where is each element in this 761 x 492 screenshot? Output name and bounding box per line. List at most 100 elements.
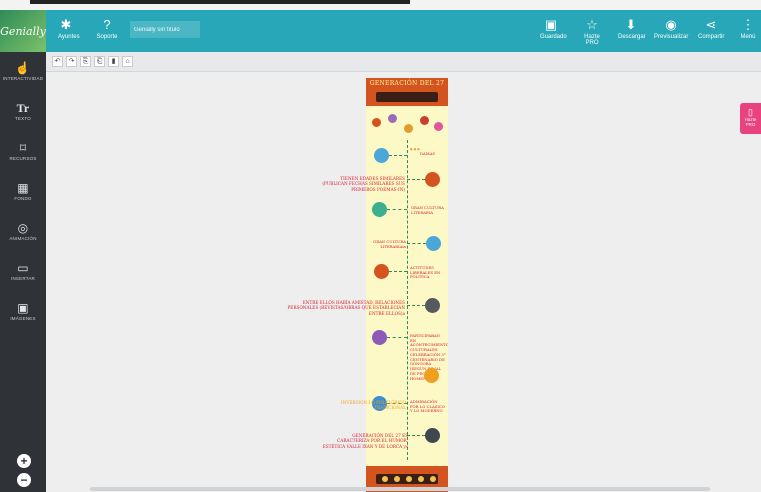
save-icon: ▣ — [544, 17, 558, 32]
download-icon: ⬇ — [625, 17, 637, 32]
undo-icon: ↶ — [54, 58, 61, 65]
timeline-icon — [374, 148, 389, 163]
connector — [407, 243, 426, 244]
connector — [407, 179, 425, 180]
entry-text: ACTITUDES LIBERALES EN POLITICA — [410, 265, 441, 280]
timeline-icon — [424, 368, 439, 383]
app-header: Genially ✱ Ayuntes ? Soporte ▣ Guardado … — [0, 10, 761, 52]
lock-icon: ⌂ — [125, 58, 130, 65]
animation-icon: ◎ — [17, 221, 29, 235]
sidebar-item-label: INSERTAR — [11, 276, 35, 281]
kebab-menu-icon: ⋮ — [741, 17, 755, 32]
menu-button[interactable]: ⋮ Menú — [740, 16, 756, 40]
question-icon: ? — [103, 17, 111, 32]
help-button[interactable]: ✱ Ayuntes — [58, 16, 80, 40]
support-button[interactable]: ? Soporte — [96, 16, 118, 40]
menu-label: Menú — [740, 34, 756, 40]
entry-text-left: ENTRE ELLOS HABÍA AMISTAD, RELACIONES PE… — [287, 300, 405, 316]
left-sidebar: ☝ INTERACTIVIDAD Tr TEXTO ⌑ RECURSOS ▦ F… — [0, 52, 46, 492]
sidebar-item-resources[interactable]: ⌑ RECURSOS — [0, 140, 46, 161]
browser-tab-bar — [30, 0, 410, 4]
undo-button[interactable]: ↶ — [52, 56, 63, 67]
text-icon: Tr — [16, 101, 30, 115]
saved-button[interactable]: ▣ Guardado — [540, 16, 567, 40]
edit-toolbar: ↶ ↷ ⎘ ⎗ ▮ ⌂ — [46, 52, 761, 72]
timeline-icon — [426, 236, 441, 251]
copy-button[interactable]: ⎘ — [80, 56, 91, 67]
horizontal-scrollbar[interactable] — [90, 487, 710, 491]
download-label: Descargar — [618, 34, 646, 40]
sidebar-item-images[interactable]: ▣ IMÁGENES — [0, 300, 46, 321]
entry-text-left: INVERSIÓN LO FOLKLÓRICO TRADICIONAL — [341, 400, 406, 411]
image-icon: ▣ — [17, 301, 29, 315]
sidebar-item-background[interactable]: ▦ FONDO — [0, 180, 46, 201]
go-pro-button[interactable]: ☆ Hazte PRO — [577, 16, 607, 46]
infographic-poster[interactable]: GENERACIÓN DEL 27 ● ● ● DAMAS GRAN CULTU… — [366, 78, 448, 492]
poster-title: GENERACIÓN DEL 27 — [369, 80, 445, 87]
delete-button[interactable]: ▮ — [108, 56, 119, 67]
sidebar-item-label: RECURSOS — [9, 156, 37, 161]
footer-dot-icon — [406, 476, 412, 482]
genially-title-input[interactable] — [130, 21, 200, 38]
ornament-icon — [372, 118, 381, 127]
side-tab-label: Hazte PRO — [744, 117, 757, 127]
support-label: Soporte — [96, 34, 118, 40]
paste-button[interactable]: ⎗ — [94, 56, 105, 67]
preview-button[interactable]: ◉ Previsualizar — [654, 16, 688, 40]
connector — [387, 337, 407, 338]
poster-header-band: GENERACIÓN DEL 27 — [366, 78, 448, 106]
timeline-icon — [372, 330, 387, 345]
genially-logo[interactable]: Genially — [0, 10, 46, 52]
zoom-out-button[interactable]: − — [17, 473, 31, 487]
timeline-icon — [374, 264, 389, 279]
eye-icon: ◉ — [665, 17, 677, 32]
diamond-icon: ▯ — [748, 107, 753, 117]
sidebar-item-animation[interactable]: ◎ ANIMACIÓN — [0, 220, 46, 241]
timeline-icon — [425, 298, 440, 313]
zoom-in-button[interactable]: + — [17, 454, 31, 468]
entry-text: DAMAS — [420, 151, 436, 156]
poster-decoration-band — [376, 92, 438, 102]
entry-text: GRAN CULTURA LITERARIA — [411, 205, 444, 215]
share-button[interactable]: ⋖ Compartir — [698, 16, 724, 40]
connector — [407, 435, 425, 436]
lock-button[interactable]: ⌂ — [122, 56, 133, 67]
ornament-icon — [388, 114, 397, 123]
footer-dot-icon — [382, 476, 388, 482]
timeline-tag: ● ● ● — [410, 147, 420, 151]
redo-button[interactable]: ↷ — [66, 56, 77, 67]
sidebar-item-insert[interactable]: ▭ INSERTAR — [0, 260, 46, 281]
preview-label: Previsualizar — [654, 34, 689, 40]
connector — [387, 209, 407, 210]
paste-icon: ⎗ — [96, 58, 103, 65]
timeline-icon — [425, 428, 440, 443]
sidebar-item-text[interactable]: Tr TEXTO — [0, 100, 46, 121]
sidebar-item-interactivity[interactable]: ☝ INTERACTIVIDAD — [0, 60, 46, 81]
share-label: Compartir — [698, 34, 725, 40]
download-button[interactable]: ⬇ Descargar — [618, 16, 646, 40]
entry-text: ADMIRACIÓN POR LO CLÁSICO Y LO MODERNO — [410, 399, 445, 414]
redo-icon: ↷ — [68, 58, 75, 65]
footer-dot-icon — [394, 476, 400, 482]
entry-text: GRAN CULTURA LITERARIAin — [373, 239, 406, 249]
hand-pointer-icon: ☝ — [15, 61, 31, 75]
footer-dot-icon — [418, 476, 424, 482]
ornament-icon — [404, 124, 413, 133]
connector — [389, 155, 407, 156]
trash-icon: ▮ — [111, 58, 116, 65]
background-icon: ▦ — [17, 181, 29, 195]
minus-icon: − — [20, 473, 28, 487]
sidebar-item-label: ANIMACIÓN — [9, 236, 37, 241]
go-pro-side-tab[interactable]: ▯ Hazte PRO — [740, 103, 761, 134]
footer-dot-icon — [430, 476, 436, 482]
timeline-icon — [425, 172, 440, 187]
ornament-icon — [434, 122, 443, 131]
go-pro-label: Hazte PRO — [584, 34, 600, 46]
help-label: Ayuntes — [58, 34, 80, 40]
resources-icon: ⌑ — [19, 141, 27, 155]
star-icon: ☆ — [586, 17, 598, 32]
timeline-line — [407, 140, 408, 460]
sidebar-item-label: FONDO — [14, 196, 32, 201]
ornament-icon — [420, 116, 429, 125]
browser-top-strip — [0, 0, 761, 10]
